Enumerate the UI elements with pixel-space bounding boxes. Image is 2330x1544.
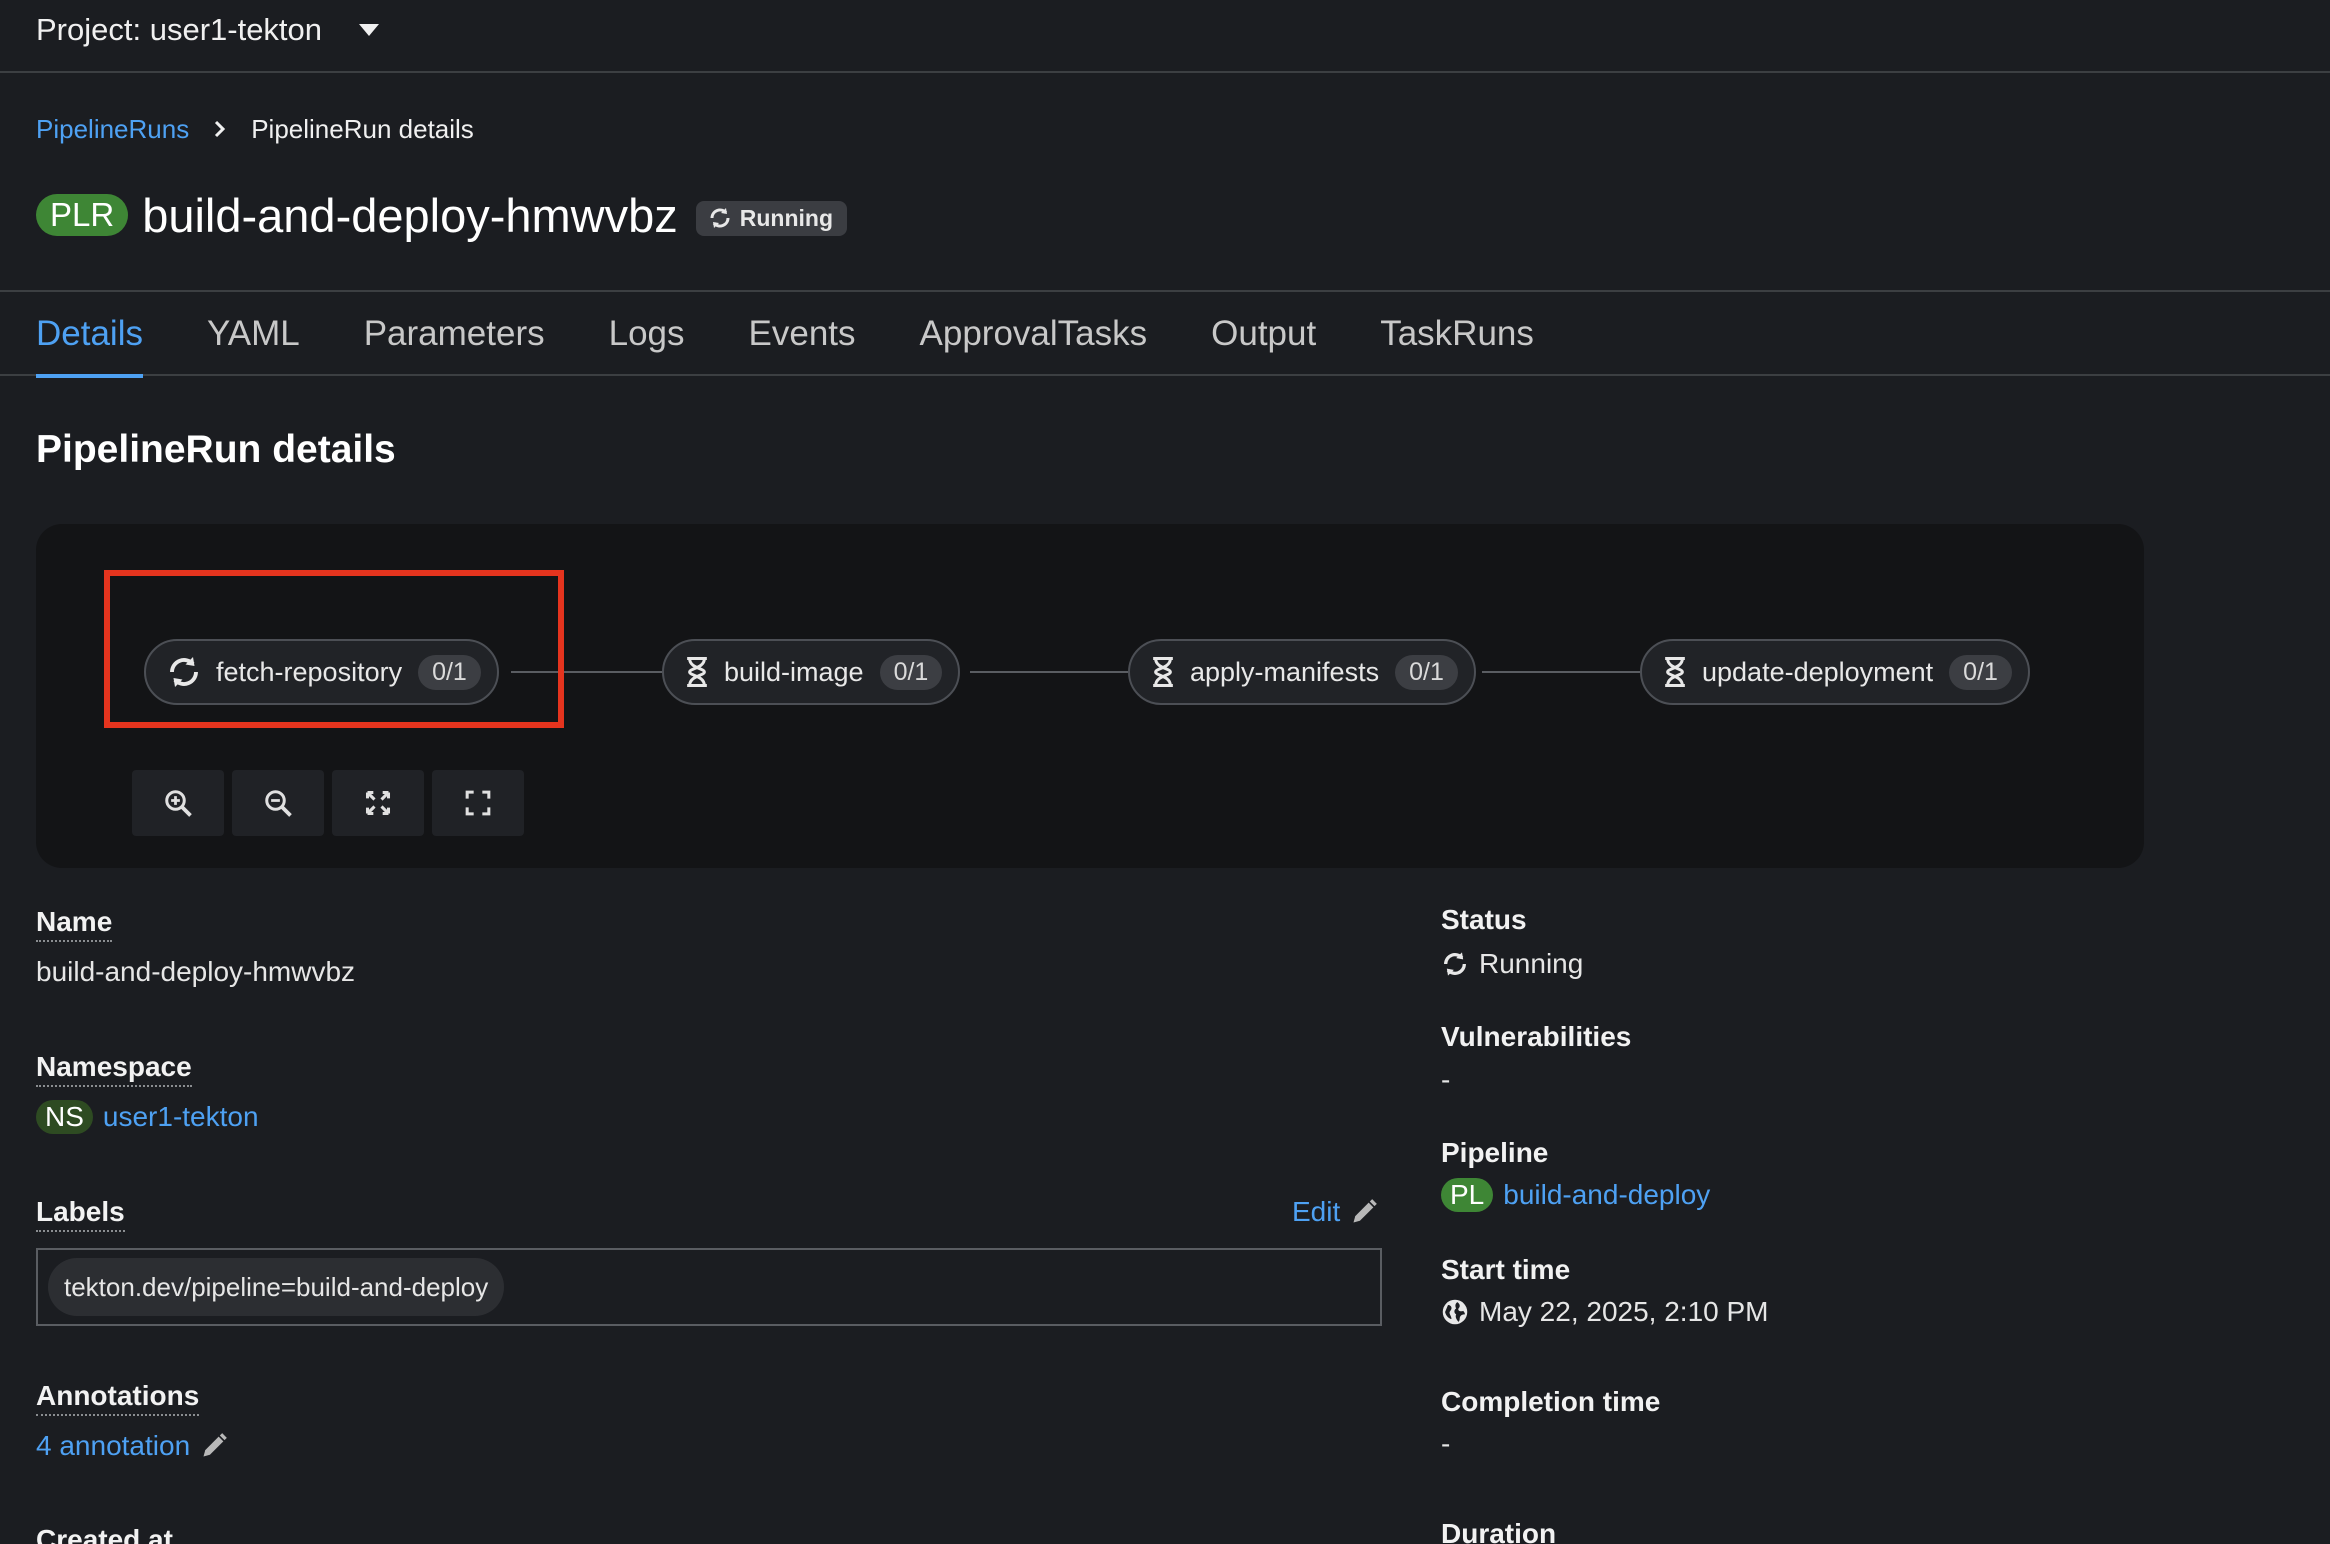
labels-box[interactable]: tekton.dev/pipeline=build-and-deploy — [36, 1248, 1382, 1326]
name-value: build-and-deploy-hmwvbz — [36, 956, 356, 987]
expand-button[interactable] — [432, 770, 524, 836]
title-row: PLR build-and-deploy-hmwvbz Running — [36, 180, 847, 250]
task-node-label: build-image — [724, 656, 864, 687]
annotations-link[interactable]: 4 annotation — [36, 1430, 190, 1462]
tab-logs[interactable]: Logs — [609, 292, 685, 376]
globe-icon — [1441, 1298, 1469, 1326]
created-at-label: Created at — [36, 1524, 173, 1544]
task-node-update-deployment[interactable]: update-deployment 0/1 — [1640, 639, 2030, 705]
graph-controls — [132, 770, 524, 836]
sync-icon — [708, 206, 732, 230]
page-title: build-and-deploy-hmwvbz — [142, 188, 678, 242]
status-label: Status — [1441, 904, 1527, 935]
zoom-out-icon — [263, 788, 293, 818]
completion-time-value: - — [1441, 1428, 1451, 1459]
highlight-box — [104, 570, 564, 728]
task-node-label: apply-manifests — [1190, 656, 1380, 687]
tab-parameters[interactable]: Parameters — [364, 292, 545, 376]
annotations-label: Annotations — [36, 1380, 200, 1416]
chevron-right-icon — [213, 119, 227, 139]
label-chip: tekton.dev/pipeline=build-and-deploy — [48, 1258, 505, 1316]
start-time-value: May 22, 2025, 2:10 PM — [1441, 1296, 1769, 1328]
namespace-badge: NS — [36, 1100, 93, 1134]
tab-taskruns[interactable]: TaskRuns — [1380, 292, 1534, 376]
pipeline-graph: fetch-repository 0/1 build-image 0/1 app… — [36, 524, 2144, 868]
status-badge: Running — [695, 200, 847, 236]
status-value-label: Running — [1479, 948, 1584, 979]
project-bar: Project: user1-tekton — [0, 0, 2330, 73]
breadcrumb: PipelineRuns PipelineRun details — [36, 110, 474, 148]
status-value: Running — [1441, 948, 1583, 980]
pipeline-value: PL build-and-deploy — [1441, 1178, 1710, 1212]
section-title: PipelineRun details — [36, 428, 396, 471]
task-node-apply-manifests[interactable]: apply-manifests 0/1 — [1128, 639, 1476, 705]
zoom-in-icon — [163, 788, 193, 818]
tab-events[interactable]: Events — [749, 292, 856, 376]
completion-time-label: Completion time — [1441, 1386, 1661, 1417]
annotations-value: 4 annotation — [36, 1430, 228, 1462]
project-label: Project: user1-tekton — [36, 12, 323, 47]
zoom-in-button[interactable] — [132, 770, 224, 836]
name-label: Name — [36, 906, 113, 942]
task-node-build-image[interactable]: build-image 0/1 — [662, 639, 961, 705]
task-node-count: 0/1 — [1949, 654, 2012, 690]
vulnerabilities-label: Vulnerabilities — [1441, 1021, 1632, 1052]
tab-bar: Details YAML Parameters Logs Events Appr… — [0, 290, 2330, 378]
fit-to-screen-icon — [364, 789, 392, 817]
pipeline-label: Pipeline — [1441, 1137, 1549, 1168]
start-time-label: Start time — [1441, 1254, 1571, 1285]
tab-output[interactable]: Output — [1211, 292, 1316, 376]
task-node-label: update-deployment — [1702, 656, 1934, 687]
zoom-out-button[interactable] — [232, 770, 324, 836]
tab-details[interactable]: Details — [36, 292, 143, 378]
hourglass-icon — [1150, 656, 1176, 688]
caret-down-icon — [358, 23, 380, 37]
namespace-label: Namespace — [36, 1051, 192, 1087]
breadcrumb-current: PipelineRun details — [251, 113, 474, 144]
pencil-icon — [1350, 1198, 1378, 1226]
resource-badge: PLR — [36, 193, 129, 237]
tab-yaml[interactable]: YAML — [207, 292, 300, 376]
expand-icon — [465, 790, 491, 816]
hourglass-icon — [1662, 656, 1688, 688]
duration-label: Duration — [1441, 1518, 1557, 1544]
vulnerabilities-value: - — [1441, 1064, 1451, 1095]
labels-edit-label: Edit — [1292, 1196, 1341, 1227]
fit-to-screen-button[interactable] — [332, 770, 424, 836]
task-node-count: 0/1 — [879, 654, 943, 690]
pencil-icon[interactable] — [200, 1432, 228, 1460]
pipeline-badge: PL — [1441, 1178, 1494, 1212]
labels-label: Labels — [36, 1196, 125, 1232]
pipeline-link[interactable]: build-and-deploy — [1503, 1179, 1710, 1211]
task-node-count: 0/1 — [1395, 654, 1458, 690]
status-badge-label: Running — [739, 204, 833, 231]
project-selector[interactable]: Project: user1-tekton — [36, 8, 380, 52]
namespace-value: NS user1-tekton — [36, 1100, 259, 1134]
sync-icon — [1441, 950, 1469, 978]
tab-approvaltasks[interactable]: ApprovalTasks — [920, 292, 1148, 376]
namespace-link[interactable]: user1-tekton — [103, 1101, 259, 1133]
hourglass-icon — [684, 656, 710, 688]
labels-edit-button[interactable]: Edit — [1292, 1196, 1378, 1228]
breadcrumb-pipelineruns-link[interactable]: PipelineRuns — [36, 114, 189, 145]
start-time-text: May 22, 2025, 2:10 PM — [1479, 1296, 1769, 1327]
